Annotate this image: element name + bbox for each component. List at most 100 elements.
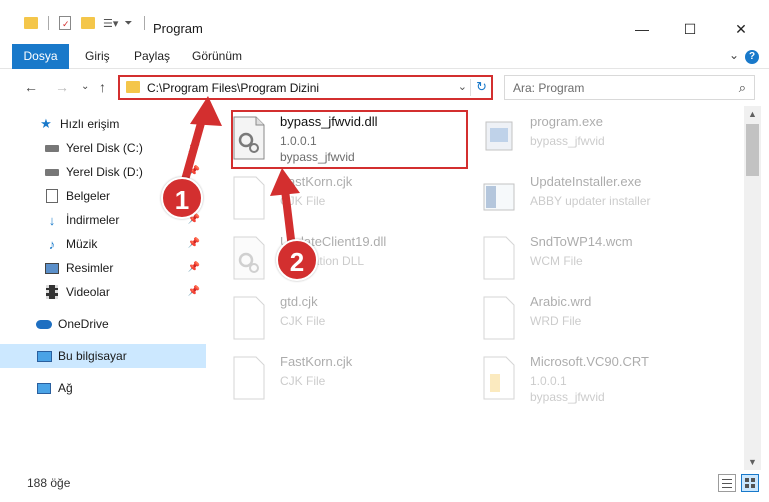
generic-file-icon	[233, 296, 265, 340]
sidebar-item-disk-c[interactable]: Yerel Disk (C:) 📌	[0, 136, 206, 160]
music-icon: ♪	[48, 236, 56, 252]
sidebar-item-pictures[interactable]: Resimler 📌	[0, 256, 206, 280]
tab-giris[interactable]: Giriş	[75, 44, 120, 69]
file-type: WRD File	[530, 314, 582, 328]
scroll-down-icon[interactable]: ▼	[744, 454, 761, 470]
dropdown-icon[interactable]: ⏷	[124, 18, 132, 29]
file-name: program.exe	[530, 114, 603, 129]
sidebar-item-label: Ağ	[58, 381, 73, 395]
forward-icon[interactable]: →	[55, 79, 69, 95]
separator	[144, 16, 146, 30]
sidebar-item-this-pc[interactable]: Bu bilgisayar	[0, 344, 206, 368]
pin-icon[interactable]: 📌	[188, 142, 200, 153]
file-type: CJK File	[280, 374, 326, 388]
pin-icon[interactable]: 📌	[188, 262, 200, 273]
new-folder-icon[interactable]	[81, 17, 95, 29]
back-icon[interactable]: ←	[24, 79, 38, 95]
file-item[interactable]: program.exe bypass_jfwvid	[472, 108, 722, 168]
sidebar-item-label: Bu bilgisayar	[58, 349, 127, 363]
separator	[48, 16, 49, 30]
file-type: CJK File	[280, 194, 326, 208]
scroll-up-icon[interactable]: ▲	[744, 106, 761, 122]
highlight-box	[231, 110, 468, 169]
details-view-icon[interactable]	[718, 474, 736, 492]
file-item[interactable]: UpdateInstaller.exe ABBY updater install…	[472, 168, 722, 228]
maximize-button[interactable]: ☐	[667, 14, 713, 44]
refresh-icon[interactable]: ↻	[476, 79, 487, 95]
tiles-view-icon[interactable]	[741, 474, 759, 492]
dll-file-icon	[233, 236, 265, 280]
sidebar-item-onedrive[interactable]: OneDrive	[0, 312, 206, 336]
vertical-scrollbar[interactable]: ▲ ▼	[744, 106, 761, 470]
cloud-icon	[36, 316, 52, 332]
sidebar-item-label: Hızlı erişim	[60, 117, 120, 131]
generic-file-icon	[483, 296, 515, 340]
file-item[interactable]: gtd.cjk CJK File	[222, 288, 472, 348]
file-item[interactable]: FastKorn.cjk CJK File	[222, 348, 472, 408]
file-type: WCM File	[530, 254, 583, 268]
search-input[interactable]: Ara: Program	[513, 81, 584, 95]
properties-icon[interactable]: ✓	[59, 16, 71, 30]
file-item[interactable]: UpdateClient19.dll Application DLL	[222, 228, 472, 288]
file-item[interactable]: FastKorn.cjk CJK File	[222, 168, 472, 228]
ribbon-tabs: Dosya Giriş Paylaş Görünüm ⌄ ?	[0, 44, 769, 69]
generic-file-icon	[483, 236, 515, 280]
file-version: 1.0.0.1	[530, 374, 567, 388]
file-name: FastKorn.cjk	[280, 354, 353, 369]
search-icon[interactable]: ⌕	[739, 80, 746, 96]
help-icon[interactable]: ?	[745, 50, 759, 64]
tab-gorunum[interactable]: Görünüm	[182, 44, 252, 69]
address-bar[interactable]: C:\Program Files\Program Dizini ⌄ ↻	[118, 75, 493, 100]
folder-icon	[126, 81, 140, 93]
expand-ribbon-icon[interactable]: ⌄	[729, 48, 739, 62]
documents-icon	[44, 188, 60, 204]
navigation-pane: ★ Hızlı erişim Yerel Disk (C:) 📌 Yerel D…	[0, 106, 215, 466]
installer-icon	[483, 183, 515, 211]
sidebar-item-music[interactable]: ♪ Müzik 📌	[0, 232, 206, 256]
tab-paylas[interactable]: Paylaş	[124, 44, 180, 69]
sidebar-item-label: Yerel Disk (D:)	[66, 165, 143, 179]
close-button[interactable]: ✕	[718, 14, 764, 44]
up-icon[interactable]: ↑	[99, 79, 106, 95]
pin-icon[interactable]: 📌	[188, 286, 200, 297]
file-item[interactable]: Microsoft.VC90.CRT 1.0.0.1 bypass_jfwvid	[472, 348, 722, 408]
file-item[interactable]: SndToWP14.wcm WCM File	[472, 228, 722, 288]
sidebar-item-label: Müzik	[66, 237, 98, 251]
item-count: 188 öğe	[27, 476, 71, 490]
customize-icon[interactable]: ☰▾	[103, 17, 118, 30]
sidebar-item-videos[interactable]: Videolar 📌	[0, 280, 206, 304]
quick-access-toolbar: ✓ ☰▾ ⏷	[24, 14, 146, 32]
address-path[interactable]: C:\Program Files\Program Dizini	[147, 81, 319, 95]
sidebar-item-label: İndirmeler	[66, 213, 120, 227]
tab-dosya[interactable]: Dosya	[12, 44, 69, 69]
window-title: Program	[153, 21, 203, 36]
file-item[interactable]: Arabic.wrd WRD File	[472, 288, 722, 348]
sidebar-item-label: Yerel Disk (C:)	[66, 141, 143, 155]
step-1-badge: 1	[161, 177, 203, 219]
sidebar-item-quick-access[interactable]: ★ Hızlı erişim	[0, 112, 206, 136]
step-2-badge: 2	[276, 239, 318, 281]
search-box[interactable]: Ara: Program ⌕	[504, 75, 755, 100]
sidebar-item-label: Belgeler	[66, 189, 111, 203]
scrollbar-thumb[interactable]	[746, 124, 759, 176]
sidebar-item-label: Videolar	[66, 285, 110, 299]
chevron-down-icon[interactable]: ⌄	[458, 80, 467, 93]
video-icon	[44, 284, 60, 300]
recent-locations-icon[interactable]: ⌄	[81, 81, 89, 92]
minimize-button[interactable]: —	[619, 14, 665, 44]
folder-icon	[483, 356, 515, 400]
pin-icon[interactable]: 📌	[188, 238, 200, 249]
address-row: ← → ⌄ ↑ C:\Program Files\Program Dizini …	[0, 70, 769, 104]
file-name: Arabic.wrd	[530, 294, 592, 309]
generic-file-icon	[233, 356, 265, 400]
exe-file-icon	[485, 121, 513, 151]
sidebar-item-network[interactable]: Ağ	[0, 376, 206, 400]
pin-icon[interactable]: 📌	[188, 166, 200, 177]
divider	[470, 79, 471, 96]
computer-icon	[36, 348, 52, 364]
file-name: FastKorn.cjk	[280, 174, 353, 189]
file-name: gtd.cjk	[280, 294, 318, 309]
folder-icon[interactable]	[24, 17, 38, 29]
file-type: ABBY updater installer	[530, 194, 651, 208]
file-type: CJK File	[280, 314, 326, 328]
